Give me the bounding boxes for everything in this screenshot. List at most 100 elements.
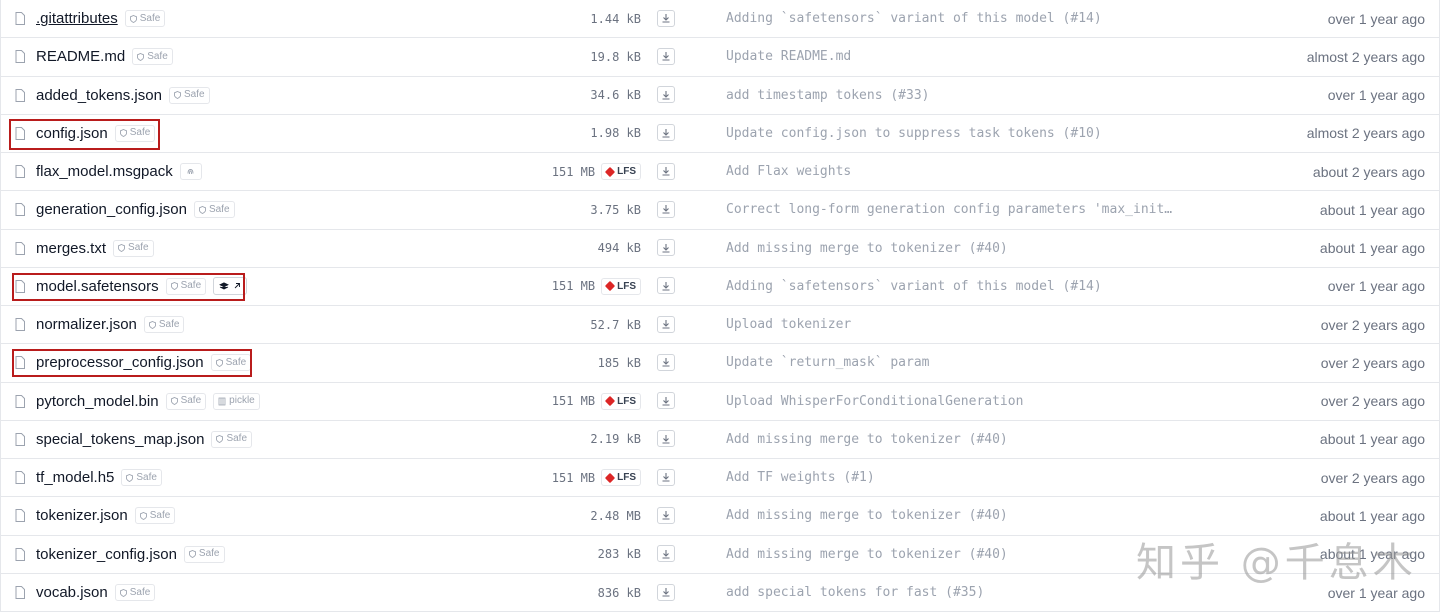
file-link[interactable]: added_tokens.json	[36, 87, 162, 104]
file-link[interactable]: merges.txt	[36, 240, 106, 257]
download-button[interactable]	[657, 277, 675, 295]
safe-badge[interactable]: Safe	[124, 10, 166, 28]
scan-badge[interactable]	[179, 163, 202, 181]
commit-message[interactable]: Add missing merge to tokenizer (#40)	[726, 230, 1186, 267]
safe-label: Safe	[129, 586, 151, 598]
commit-message[interactable]: Add TF weights (#1)	[726, 459, 1186, 496]
download-button[interactable]	[657, 124, 675, 142]
download-button[interactable]	[657, 583, 675, 601]
download-icon	[662, 128, 670, 138]
file-icon	[15, 165, 25, 179]
file-link[interactable]: .gitattributes	[36, 10, 118, 27]
file-icon	[15, 394, 25, 408]
date-text: over 2 years ago	[1320, 393, 1425, 410]
safe-badge[interactable]: Safe	[121, 469, 162, 487]
commit-message[interactable]: Update README.md	[726, 38, 1186, 75]
safe-badge[interactable]: Safe	[211, 430, 253, 448]
file-link[interactable]: config.json	[36, 125, 108, 142]
download-button[interactable]	[657, 86, 675, 104]
safe-badge[interactable]: Safe	[210, 354, 252, 372]
commit-message[interactable]: Add Flax weights	[726, 153, 1186, 190]
file-size: 2.19 kB	[590, 421, 641, 458]
safe-badge[interactable]: Safe	[114, 124, 156, 142]
safe-badge[interactable]: Safe	[132, 48, 173, 66]
safe-badge[interactable]: Safe	[183, 545, 225, 563]
file-link[interactable]: pytorch_model.bin	[36, 393, 159, 410]
commit-message[interactable]: Upload WhisperForConditionalGeneration	[726, 383, 1186, 420]
file-icon	[15, 50, 25, 64]
safe-badge[interactable]: Safe	[113, 239, 154, 257]
file-link[interactable]: tokenizer.json	[36, 507, 128, 524]
safe-badge[interactable]: Safe	[134, 507, 176, 525]
shield-icon	[188, 550, 196, 559]
file-name-cell: special_tokens_map.json Safe	[15, 421, 253, 458]
file-link[interactable]: model.safetensors	[36, 278, 159, 295]
safe-label: Safe	[136, 471, 157, 483]
table-row: model.safetensors Safe 151 MB LFS Adding …	[1, 268, 1439, 306]
commit-message[interactable]: Upload tokenizer	[726, 306, 1186, 343]
commit-date: over 1 year ago	[1328, 574, 1425, 612]
file-name-cell: pytorch_model.bin Safe pickle	[15, 383, 260, 420]
commit-message[interactable]: add special tokens for fast (#35)	[726, 574, 1186, 612]
commit-message[interactable]: Add missing merge to tokenizer (#40)	[726, 421, 1186, 458]
commit-date: over 1 year ago	[1328, 77, 1425, 114]
date-text: almost 2 years ago	[1306, 48, 1425, 65]
pickle-badge[interactable]: pickle	[213, 392, 260, 410]
file-link[interactable]: vocab.json	[36, 584, 108, 601]
file-link[interactable]: flax_model.msgpack	[36, 163, 173, 180]
commit-message[interactable]: Add missing merge to tokenizer (#40)	[726, 497, 1186, 534]
commit-text: add timestamp tokens (#33)	[726, 87, 930, 103]
download-button[interactable]	[657, 392, 675, 410]
lfs-cube-icon	[605, 396, 616, 407]
file-link[interactable]: tf_model.h5	[36, 469, 114, 486]
safe-badge[interactable]: Safe	[168, 86, 210, 104]
file-link[interactable]: generation_config.json	[36, 201, 187, 218]
download-button[interactable]	[657, 9, 675, 27]
file-link[interactable]: README.md	[36, 48, 125, 65]
lfs-label: LFS	[617, 280, 636, 292]
download-button[interactable]	[657, 353, 675, 371]
file-size: 1.98 kB	[590, 115, 641, 152]
safe-badge[interactable]: Safe	[165, 392, 207, 410]
download-icon	[662, 243, 670, 253]
commit-message[interactable]: Correct long-form generation config para…	[726, 191, 1186, 228]
download-button[interactable]	[657, 468, 675, 486]
file-name-cell: preprocessor_config.json Safe	[15, 344, 252, 381]
download-button[interactable]	[657, 200, 675, 218]
commit-date: over 2 years ago	[1321, 344, 1425, 381]
commit-message[interactable]: Update `return_mask` param	[726, 344, 1186, 381]
commit-date: almost 2 years ago	[1307, 38, 1425, 75]
download-button[interactable]	[657, 239, 675, 257]
table-row: tokenizer.json Safe 2.48 MB Add missing …	[1, 497, 1439, 536]
safetensors-viewer-button[interactable]	[213, 277, 248, 296]
download-button[interactable]	[657, 47, 675, 65]
safe-badge[interactable]: Safe	[143, 316, 185, 334]
commit-text: Add missing merge to tokenizer (#40)	[726, 240, 1008, 256]
file-link[interactable]: normalizer.json	[36, 316, 137, 333]
file-link[interactable]: preprocessor_config.json	[36, 354, 204, 371]
download-button[interactable]	[657, 506, 675, 524]
commit-message[interactable]: add timestamp tokens (#33)	[726, 77, 1186, 114]
commit-message[interactable]: Adding `safetensors` variant of this mod…	[726, 0, 1186, 37]
commit-message[interactable]: Update config.json to suppress task toke…	[726, 115, 1186, 152]
file-name-cell: README.md Safe	[15, 38, 173, 75]
file-size: 34.6 kB	[590, 77, 641, 114]
file-name-cell: added_tokens.json Safe	[15, 77, 210, 114]
commit-message[interactable]: Add missing merge to tokenizer (#40)	[726, 536, 1186, 573]
table-row: pytorch_model.bin Safe pickle 151 MB LFS …	[1, 383, 1439, 421]
safe-badge[interactable]: Safe	[193, 201, 235, 219]
safe-badge[interactable]: Safe	[114, 584, 156, 602]
safe-badge[interactable]: Safe	[165, 277, 207, 295]
shield-icon	[129, 14, 137, 23]
file-link[interactable]: special_tokens_map.json	[36, 431, 204, 448]
file-link[interactable]: tokenizer_config.json	[36, 546, 177, 563]
commit-message[interactable]: Adding `safetensors` variant of this mod…	[726, 268, 1186, 305]
download-button[interactable]	[657, 162, 675, 180]
shield-icon	[139, 511, 147, 520]
download-button[interactable]	[657, 545, 675, 563]
download-button[interactable]	[657, 430, 675, 448]
download-button[interactable]	[657, 315, 675, 333]
lfs-label: LFS	[617, 166, 636, 178]
safe-label: Safe	[139, 12, 161, 24]
commit-text: Add missing merge to tokenizer (#40)	[726, 546, 1008, 562]
